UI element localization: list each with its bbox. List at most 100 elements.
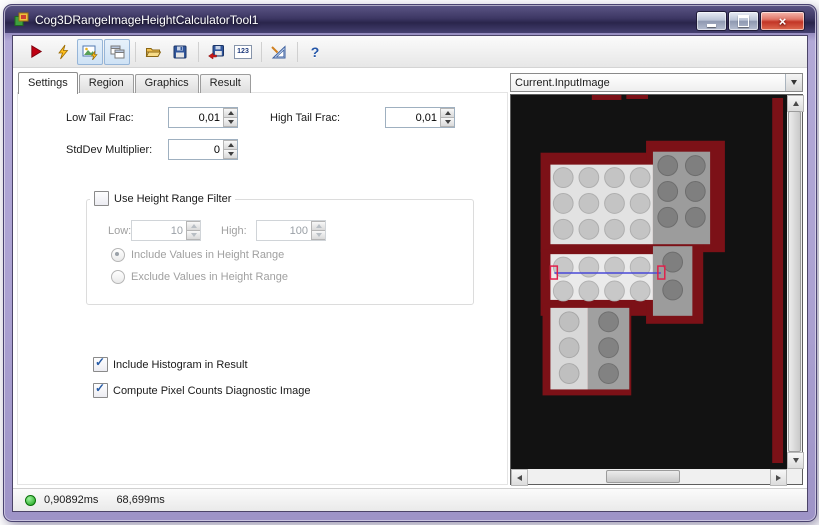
include-histogram-checkbox[interactable]: Include Histogram in Result: [93, 355, 248, 372]
chevron-down-icon: [791, 80, 797, 85]
range-image-canvas[interactable]: [511, 95, 787, 469]
range-low-value[interactable]: [132, 221, 186, 240]
compute-pixel-counts-checkbox[interactable]: Compute Pixel Counts Diagnostic Image: [93, 381, 310, 398]
range-high-spinner: [311, 221, 325, 240]
close-button[interactable]: ×: [760, 11, 805, 31]
stddev-multiplier-input[interactable]: [168, 139, 238, 160]
tab-region[interactable]: Region: [78, 74, 134, 93]
tab-graphics[interactable]: Graphics: [134, 74, 199, 93]
overlapping-windows-icon: [110, 45, 125, 58]
range-low-spinner: [186, 221, 200, 240]
app-icon: [14, 12, 29, 26]
spin-up-button[interactable]: [223, 108, 237, 117]
spin-down-button[interactable]: [186, 230, 200, 240]
stddev-multiplier-label: StdDev Multiplier:: [66, 144, 153, 156]
close-icon: ×: [778, 13, 787, 29]
stddev-multiplier-spinner: [223, 140, 237, 159]
drafting-triangle-icon: [271, 44, 286, 58]
use-height-range-filter-checkbox[interactable]: Use Height Range Filter: [90, 191, 236, 206]
combobox-dropdown-button[interactable]: [785, 74, 802, 91]
maximize-button[interactable]: [728, 11, 759, 31]
spin-down-icon: [227, 120, 234, 124]
minimize-button[interactable]: [696, 11, 727, 31]
lightning-icon: [58, 44, 69, 59]
tab-settings[interactable]: Settings: [18, 72, 78, 94]
run-button[interactable]: [23, 39, 49, 65]
high-tail-frac-spinner: [440, 108, 454, 127]
status-ok-indicator: [25, 494, 36, 506]
horizontal-scrollbar[interactable]: [511, 469, 787, 486]
spin-down-icon: [315, 233, 322, 237]
float-results-toggle[interactable]: [104, 38, 130, 65]
spin-down-icon: [444, 120, 451, 124]
spin-up-icon: [315, 224, 322, 228]
low-tail-frac-label: Low Tail Frac:: [66, 112, 134, 124]
scroll-right-button[interactable]: [770, 469, 787, 486]
scrollbar-corner: [787, 469, 802, 484]
low-tail-frac-value[interactable]: [169, 108, 223, 127]
vertical-scrollbar[interactable]: [787, 95, 804, 469]
toolbar-separator: [261, 41, 262, 62]
arrow-right-icon: [776, 474, 781, 481]
run-time-text: 0,90892ms: [44, 494, 99, 506]
horizontal-scroll-thumb[interactable]: [606, 470, 680, 483]
include-values-label: Include Values in Height Range: [131, 249, 285, 261]
radio-circle[interactable]: [111, 270, 125, 284]
export-image-button[interactable]: [203, 39, 229, 65]
arrow-up-icon: [792, 101, 799, 106]
exclude-values-radio[interactable]: Exclude Values in Height Range: [111, 270, 288, 284]
checkbox-box[interactable]: [94, 191, 109, 206]
help-button[interactable]: ?: [302, 39, 328, 65]
range-high-value[interactable]: [257, 221, 311, 240]
constants-button[interactable]: 123: [230, 39, 256, 65]
spin-down-button[interactable]: [223, 117, 237, 127]
spin-down-button[interactable]: [223, 149, 237, 159]
spin-up-button[interactable]: [186, 221, 200, 230]
title-bar[interactable]: Cog3DRangeImageHeightCalculatorTool1 ×: [5, 6, 815, 33]
auto-electric-run-toggle[interactable]: [77, 38, 103, 65]
numbers-123-text: 123: [237, 48, 249, 55]
high-tail-frac-label: High Tail Frac:: [270, 112, 341, 124]
checkbox-box[interactable]: [93, 355, 108, 372]
radio-circle[interactable]: [111, 248, 125, 262]
electric-run-button[interactable]: [50, 39, 76, 65]
spin-up-icon: [227, 143, 234, 147]
spin-down-icon: [227, 152, 234, 156]
save-button[interactable]: [167, 39, 193, 65]
toolbar-separator: [297, 41, 298, 62]
selected-image-name: Current.InputImage: [515, 76, 610, 89]
vertical-scroll-thumb[interactable]: [788, 111, 801, 452]
arrow-left-icon: [517, 474, 522, 481]
high-tail-frac-value[interactable]: [386, 108, 440, 127]
spin-up-button[interactable]: [223, 140, 237, 149]
screenshot-root: Cog3DRangeImageHeightCalculatorTool1 × 1…: [0, 0, 819, 525]
window-controls: ×: [696, 11, 805, 31]
spin-down-button[interactable]: [440, 117, 454, 127]
stddev-multiplier-value[interactable]: [169, 140, 223, 159]
main-content: Settings Region Graphics Result Low Tail…: [13, 68, 807, 489]
image-selector-combobox[interactable]: Current.InputImage: [510, 73, 803, 92]
low-tail-frac-spinner: [223, 108, 237, 127]
include-values-radio[interactable]: Include Values in Height Range: [111, 248, 284, 262]
tab-result[interactable]: Result: [199, 74, 251, 93]
app-window: Cog3DRangeImageHeightCalculatorTool1 × 1…: [3, 4, 817, 522]
maximize-icon: [738, 15, 749, 27]
range-low-input[interactable]: [131, 220, 201, 241]
checkbox-box[interactable]: [93, 381, 108, 398]
spin-up-button[interactable]: [440, 108, 454, 117]
range-high-input[interactable]: [256, 220, 326, 241]
question-mark-icon: ?: [310, 43, 320, 60]
use-height-range-filter-label: Use Height Range Filter: [114, 192, 232, 205]
open-button[interactable]: [140, 39, 166, 65]
toolbar-separator: [135, 41, 136, 62]
settings-tab-page: Low Tail Frac: High Tail Frac:: [17, 92, 508, 485]
low-tail-frac-input[interactable]: [168, 107, 238, 128]
image-lightning-icon: [82, 45, 98, 60]
scroll-up-button[interactable]: [787, 95, 804, 112]
scroll-down-button[interactable]: [787, 452, 804, 469]
high-tail-frac-input[interactable]: [385, 107, 455, 128]
spin-up-button[interactable]: [311, 221, 325, 230]
scroll-left-button[interactable]: [511, 469, 528, 486]
plot-button[interactable]: [266, 39, 292, 65]
spin-down-button[interactable]: [311, 230, 325, 240]
